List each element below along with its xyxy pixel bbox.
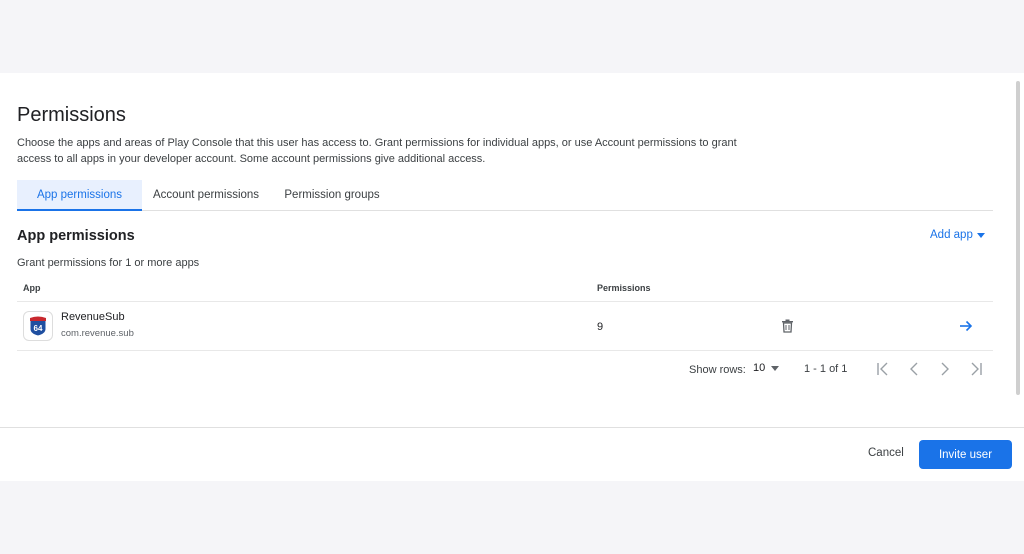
table-row[interactable]: 64 RevenueSub com.revenue.sub 9 — [17, 302, 993, 351]
delete-icon[interactable] — [781, 319, 794, 338]
app-icon-text: 64 — [34, 324, 43, 333]
last-page-icon[interactable] — [966, 359, 986, 379]
section-subtitle: Grant permissions for 1 or more apps — [17, 257, 200, 269]
app-icon: 64 — [23, 311, 53, 341]
column-header-permissions: Permissions — [597, 283, 651, 293]
permission-count: 9 — [597, 321, 604, 333]
scrollbar[interactable] — [1016, 81, 1020, 395]
invite-user-button[interactable]: Invite user — [919, 440, 1012, 469]
previous-page-icon[interactable] — [904, 359, 924, 379]
tab-account-permissions[interactable]: Account permissions — [150, 180, 262, 211]
arrow-right-icon[interactable] — [959, 319, 973, 337]
tab-app-permissions[interactable]: App permissions — [17, 180, 142, 211]
permission-tabs: App permissions Account permissions Perm… — [17, 180, 993, 211]
caret-down-icon — [976, 232, 985, 238]
tab-permission-groups[interactable]: Permission groups — [283, 180, 381, 211]
page-description: Choose the apps and areas of Play Consol… — [17, 137, 737, 165]
add-app-button[interactable]: Add app — [930, 229, 985, 241]
rows-per-page-select[interactable]: 10 — [753, 362, 780, 374]
rows-per-page-value: 10 — [753, 362, 766, 374]
table-header: App Permissions — [17, 277, 993, 302]
page-title: Permissions — [17, 104, 126, 126]
add-app-label: Add app — [930, 229, 973, 241]
show-rows-label: Show rows: — [689, 364, 746, 376]
column-header-app: App — [23, 283, 41, 293]
permissions-panel: Permissions Choose the apps and areas of… — [0, 73, 1024, 481]
caret-down-icon — [771, 365, 780, 371]
cancel-button[interactable]: Cancel — [868, 447, 904, 459]
next-page-icon[interactable] — [935, 359, 955, 379]
first-page-icon[interactable] — [873, 359, 893, 379]
pagination-range: 1 - 1 of 1 — [804, 363, 848, 375]
app-package: com.revenue.sub — [61, 328, 134, 339]
dialog-footer: Cancel Invite user — [0, 427, 1024, 481]
section-title: App permissions — [17, 228, 135, 244]
app-name: RevenueSub — [61, 311, 125, 323]
